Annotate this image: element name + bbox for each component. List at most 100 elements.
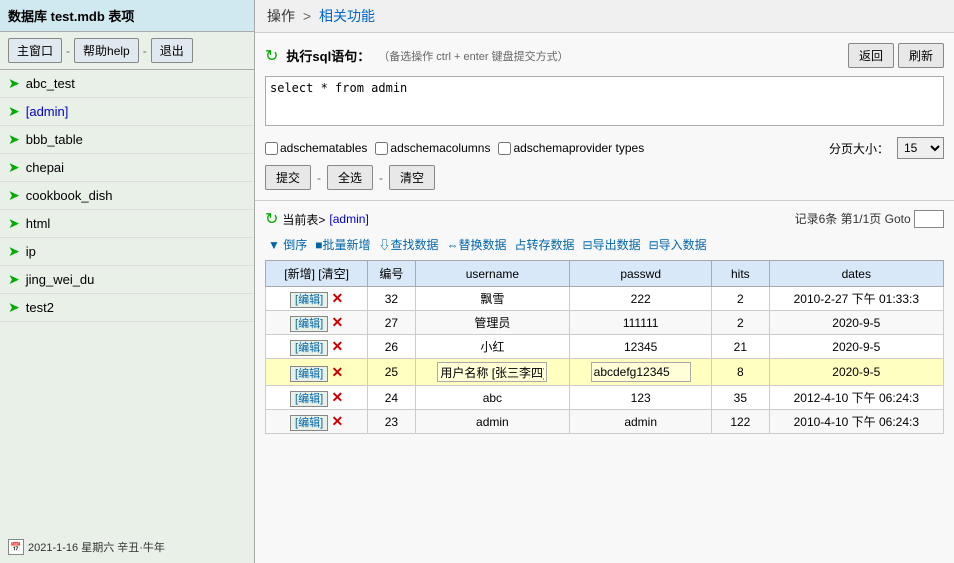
sort-button[interactable]: ▼ 倒序 (265, 235, 310, 254)
nav-item-admin[interactable]: ➤ [admin] (0, 98, 254, 126)
page-size-select[interactable]: 15 25 50 100 (897, 137, 944, 159)
passwd-cell (570, 359, 712, 386)
adschematables-checkbox[interactable] (265, 142, 278, 155)
nav-arrow-icon: ➤ (8, 159, 20, 176)
username-cell (415, 359, 570, 386)
adschemaprovider-checkbox-label[interactable]: adschemaprovider types (498, 141, 644, 155)
hits-cell: 2 (712, 287, 770, 311)
calendar-icon: 📅 (8, 539, 24, 555)
replace-button[interactable]: ⇔替换数据 (443, 235, 509, 254)
hits-cell: 122 (712, 410, 770, 434)
id-cell: 32 (368, 287, 415, 311)
dates-cell: 2020-9-5 (769, 359, 943, 386)
adschemacolumns-checkbox[interactable] (375, 142, 388, 155)
edit-button[interactable]: [编辑] (290, 366, 328, 382)
nav-item-cookbook_dish[interactable]: ➤ cookbook_dish (0, 182, 254, 210)
username-cell: 飘雪 (415, 287, 570, 311)
help-button[interactable]: 帮助help (74, 38, 139, 63)
th-username: username (415, 261, 570, 287)
adschemacolumns-checkbox-label[interactable]: adschemacolumns (375, 141, 490, 155)
nav-arrow-icon: ➤ (8, 131, 20, 148)
th-passwd: passwd (570, 261, 712, 287)
sql-textarea[interactable]: select * from admin (265, 76, 944, 126)
clear-button[interactable]: 清空 (389, 165, 435, 190)
th-id: 编号 (368, 261, 415, 287)
left-toolbar: 主窗口 - 帮助help - 退出 (0, 32, 254, 70)
edit-button[interactable]: [编辑] (290, 316, 328, 332)
adschematables-checkbox-label[interactable]: adschematables (265, 141, 367, 155)
adschemaprovider-label: adschemaprovider types (513, 141, 644, 155)
edit-button[interactable]: [编辑] (290, 340, 328, 356)
table-row: [编辑] ✕ 26 小红 12345 21 2020-9-5 (266, 335, 944, 359)
refresh-button[interactable]: 刷新 (898, 43, 944, 68)
nav-label: jing_wei_du (26, 272, 95, 287)
dates-cell: 2020-9-5 (769, 335, 943, 359)
nav-arrow-icon: ➤ (8, 299, 20, 316)
edit-button[interactable]: [编辑] (290, 391, 328, 407)
operation-label: 操作 (267, 8, 295, 24)
page-size-label: 分页大小： (829, 140, 889, 157)
find-button[interactable]: ⇩查找数据 (375, 235, 441, 254)
nav-arrow-icon: ➤ (8, 103, 20, 120)
main-window-button[interactable]: 主窗口 (8, 38, 62, 63)
nav-arrow-icon: ➤ (8, 271, 20, 288)
nav-item-html[interactable]: ➤ html (0, 210, 254, 238)
record-info: 记录6条 第1/1页 Goto (795, 210, 944, 228)
select-all-button[interactable]: 全选 (327, 165, 373, 190)
back-button[interactable]: 返回 (848, 43, 894, 68)
save-button[interactable]: 占转存数据 (512, 235, 578, 254)
th-dates: dates (769, 261, 943, 287)
table-row: [编辑] ✕ 23 admin admin 122 2010-4-10 下午 0… (266, 410, 944, 434)
username-cell: 小红 (415, 335, 570, 359)
adschemaprovider-checkbox[interactable] (498, 142, 511, 155)
sql-buttons: 返回 刷新 (848, 43, 944, 68)
right-panel: 操作 > 相关功能 ↻ 执行sql语句： （备选操作 ctrl + enter … (255, 0, 954, 563)
logout-button[interactable]: 退出 (151, 38, 193, 63)
username-cell: 管理员 (415, 311, 570, 335)
delete-button[interactable]: ✕ (331, 413, 343, 429)
nav-label: bbb_table (26, 132, 83, 147)
sql-section: ↻ 执行sql语句： （备选操作 ctrl + enter 键盘提交方式） 返回… (255, 33, 954, 201)
record-count-text: 记录6条 第1/1页 Goto (795, 212, 911, 226)
delete-button[interactable]: ✕ (331, 389, 343, 405)
delete-button[interactable]: ✕ (331, 314, 343, 330)
batch-add-button[interactable]: ■批量新增 (312, 235, 373, 254)
export-button[interactable]: ⊟导出数据 (580, 235, 644, 254)
table-row: [编辑] ✕ 32 飘雪 222 2 2010-2-27 下午 01:33:3 (266, 287, 944, 311)
nav-label: test2 (26, 300, 54, 315)
delete-button[interactable]: ✕ (331, 364, 343, 380)
goto-input[interactable] (914, 210, 944, 228)
passwd-input[interactable] (591, 362, 691, 382)
table-header-row: ↻ 当前表> [admin] 记录6条 第1/1页 Goto (265, 205, 944, 233)
nav-arrow-icon: ➤ (8, 243, 20, 260)
delete-button[interactable]: ✕ (331, 290, 343, 306)
sql-actions: 提交 - 全选 - 清空 (265, 165, 944, 190)
nav-label: abc_test (26, 76, 75, 91)
edit-button[interactable]: [编辑] (290, 415, 328, 431)
date-info: 📅 2021-1-16 星期六 辛丑·牛年 (8, 539, 165, 555)
nav-label: [admin] (26, 104, 69, 119)
nav-arrow-icon: ➤ (8, 187, 20, 204)
nav-item-ip[interactable]: ➤ ip (0, 238, 254, 266)
nav-item-bbb_table[interactable]: ➤ bbb_table (0, 126, 254, 154)
delete-button[interactable]: ✕ (331, 338, 343, 354)
table-row: [编辑] ✕ 25 8 2020-9-5 (266, 359, 944, 386)
nav-item-test2[interactable]: ➤ test2 (0, 294, 254, 322)
sql-icon: ↻ (265, 46, 278, 66)
table-row: [编辑] ✕ 27 管理员 111111 2 2020-9-5 (266, 311, 944, 335)
nav-list: ➤ abc_test ➤ [admin] ➤ bbb_table ➤ chepa… (0, 70, 254, 513)
dates-cell: 2010-2-27 下午 01:33:3 (769, 287, 943, 311)
nav-item-abc_test[interactable]: ➤ abc_test (0, 70, 254, 98)
edit-button[interactable]: [编辑] (290, 292, 328, 308)
nav-item-chepai[interactable]: ➤ chepai (0, 154, 254, 182)
import-button[interactable]: ⊟导入数据 (646, 235, 710, 254)
edit-cell: [编辑] ✕ (266, 311, 368, 335)
current-table-name: [admin] (329, 212, 368, 226)
submit-button[interactable]: 提交 (265, 165, 311, 190)
nav-item-jing_wei_du[interactable]: ➤ jing_wei_du (0, 266, 254, 294)
function-label: 相关功能 (319, 8, 375, 24)
table-row: [编辑] ✕ 24 abc 123 35 2012-4-10 下午 06:24:… (266, 386, 944, 410)
table-section: ↻ 当前表> [admin] 记录6条 第1/1页 Goto ▼ 倒序 ■批量新… (255, 201, 954, 438)
username-input[interactable] (437, 362, 547, 382)
sep1: - (66, 44, 70, 58)
